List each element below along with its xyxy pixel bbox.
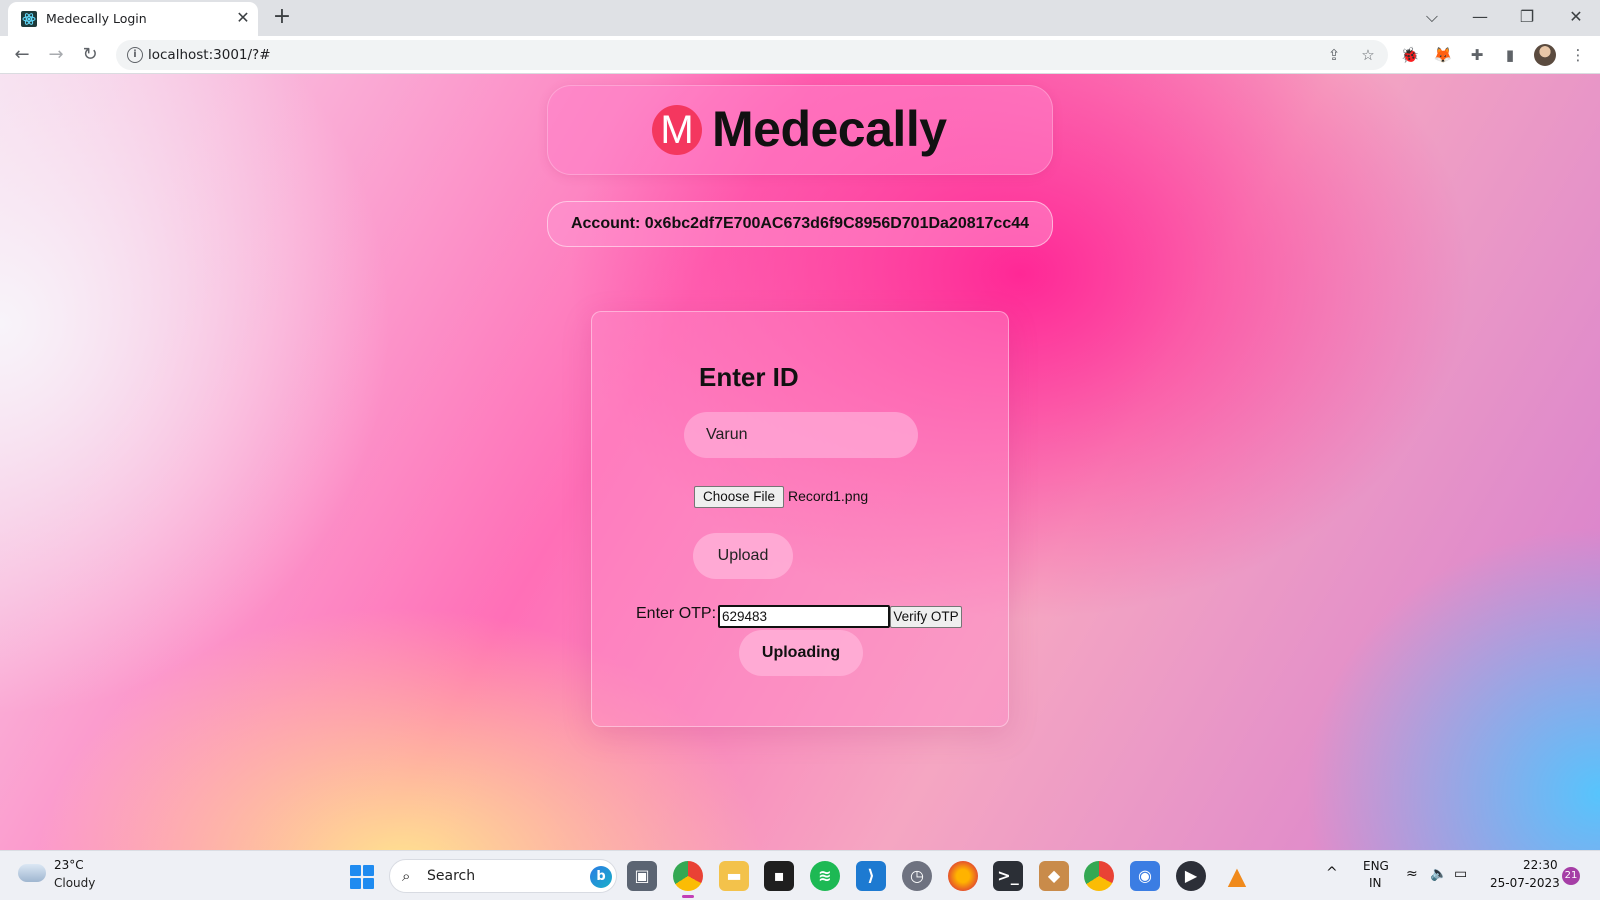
chrome-profile-icon[interactable] xyxy=(1084,861,1114,891)
battery-icon[interactable]: ▭ xyxy=(1454,866,1467,882)
windows-taskbar: 23°C Cloudy ⌕ Search b ▣ ▬ ▪ ≋ ⟩ ◷ >_ ◆ … xyxy=(0,850,1600,900)
account-address: Account: 0x6bc2df7E700AC673d6f9C8956D701… xyxy=(570,215,1030,232)
selected-file-name: Record1.png xyxy=(788,488,869,504)
show-hidden-icons-chevron-icon[interactable]: ^ xyxy=(1326,865,1338,881)
back-arrow-icon[interactable]: ← xyxy=(8,41,36,69)
minimize-button[interactable]: — xyxy=(1464,3,1496,31)
upload-button[interactable]: Upload xyxy=(693,533,793,579)
vlc-icon[interactable]: ▲ xyxy=(1222,861,1252,891)
reload-icon[interactable]: ↻ xyxy=(76,41,104,69)
choose-file-button[interactable]: Choose File xyxy=(694,486,784,508)
tab-close-icon[interactable]: ✕ xyxy=(232,7,254,29)
new-tab-button[interactable]: + xyxy=(270,6,294,30)
media-player-icon[interactable]: ▶ xyxy=(1176,861,1206,891)
otp-label: Enter OTP: xyxy=(636,605,717,622)
terminal-icon[interactable]: ▪ xyxy=(764,861,794,891)
tab-title: Medecally Login xyxy=(46,11,147,26)
spotify-icon[interactable]: ≋ xyxy=(810,861,840,891)
language-line-2[interactable]: IN xyxy=(1369,876,1382,890)
form-title: Enter ID xyxy=(699,362,799,392)
cloud-weather-icon[interactable] xyxy=(18,864,46,882)
task-view-icon[interactable]: ▣ xyxy=(627,861,657,891)
logo-name: Medecally xyxy=(712,101,947,157)
side-panel-icon[interactable]: ▮ xyxy=(1498,43,1522,67)
logo-header: M Medecally xyxy=(547,85,1053,175)
share-icon[interactable]: ⇪ xyxy=(1322,43,1346,67)
site-info-icon[interactable]: i xyxy=(127,47,143,63)
weather-temperature[interactable]: 23°C xyxy=(54,858,84,872)
browser-tab[interactable]: Medecally Login ✕ xyxy=(8,2,258,36)
language-line-1[interactable]: ENG xyxy=(1363,859,1389,873)
verify-otp-button[interactable]: Verify OTP xyxy=(890,606,962,628)
logo-mark-icon: M xyxy=(652,105,702,155)
metamask-fox-icon[interactable]: 🦊 xyxy=(1431,43,1455,67)
weather-condition[interactable]: Cloudy xyxy=(54,876,95,890)
url-text[interactable]: localhost:3001/?# xyxy=(148,47,271,63)
browser-toolbar: ← → ↻ i localhost:3001/?# ⇪ ☆ 🐞 🦊 ✚ ▮ ⋮ xyxy=(0,36,1600,74)
uploading-status-button[interactable]: Uploading xyxy=(739,630,863,676)
powershell-icon[interactable]: >_ xyxy=(993,861,1023,891)
package-box-icon[interactable]: ◆ xyxy=(1039,861,1069,891)
volume-icon[interactable]: 🔈 xyxy=(1430,866,1447,882)
clock-date[interactable]: 25-07-2023 xyxy=(1490,876,1560,890)
otp-input[interactable] xyxy=(718,605,890,628)
clock-time[interactable]: 22:30 xyxy=(1523,858,1558,872)
address-bar[interactable]: i localhost:3001/?# ⇪ ☆ xyxy=(116,40,1388,70)
react-favicon-icon xyxy=(21,11,37,27)
bing-icon[interactable]: b xyxy=(590,866,612,888)
active-app-indicator xyxy=(682,895,694,898)
search-placeholder: Search xyxy=(427,868,476,884)
tab-search-dropdown-icon[interactable]: ⌵ xyxy=(1416,3,1448,31)
restore-button[interactable]: ❐ xyxy=(1511,3,1543,31)
notification-badge[interactable]: 21 xyxy=(1562,867,1580,885)
bug-extension-icon[interactable]: 🐞 xyxy=(1398,43,1422,67)
id-input[interactable] xyxy=(684,412,918,458)
search-icon: ⌕ xyxy=(402,867,411,885)
clock-app-icon[interactable]: ◷ xyxy=(902,861,932,891)
camera-app-icon[interactable]: ◉ xyxy=(1130,861,1160,891)
forward-arrow-icon[interactable]: → xyxy=(42,41,70,69)
browser-tab-bar: Medecally Login ✕ + ⌵ — ❐ ✕ xyxy=(0,0,1600,36)
wifi-icon[interactable]: ≈ xyxy=(1406,866,1418,882)
firefox-icon[interactable] xyxy=(948,861,978,891)
windows-start-icon[interactable] xyxy=(350,865,374,889)
taskbar-search[interactable]: ⌕ Search b xyxy=(389,859,617,893)
profile-avatar[interactable] xyxy=(1534,44,1556,66)
more-menu-icon[interactable]: ⋮ xyxy=(1566,43,1590,67)
upload-card: Enter ID Choose File Record1.png Upload … xyxy=(591,311,1009,727)
account-badge: Account: 0x6bc2df7E700AC673d6f9C8956D701… xyxy=(547,201,1053,247)
vscode-icon[interactable]: ⟩ xyxy=(856,861,886,891)
close-window-button[interactable]: ✕ xyxy=(1560,3,1592,31)
bookmark-star-icon[interactable]: ☆ xyxy=(1356,43,1380,67)
chrome-icon[interactable] xyxy=(673,861,703,891)
page-content: M Medecally Account: 0x6bc2df7E700AC673d… xyxy=(0,74,1600,850)
extensions-puzzle-icon[interactable]: ✚ xyxy=(1465,43,1489,67)
file-explorer-icon[interactable]: ▬ xyxy=(719,861,749,891)
